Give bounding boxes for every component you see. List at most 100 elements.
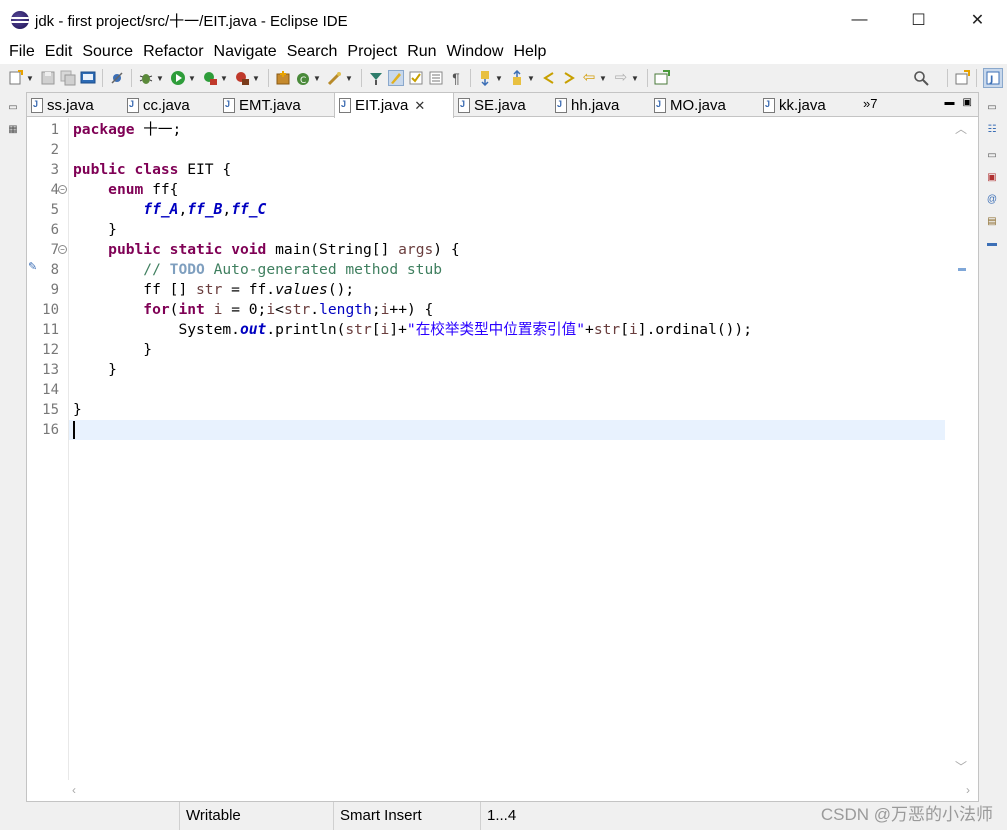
open-task-icon[interactable] [368, 70, 384, 86]
problems-icon[interactable]: ▣ [985, 172, 999, 184]
chevron-down-icon[interactable]: ▼ [252, 70, 260, 86]
menu-edit[interactable]: Edit [40, 40, 78, 64]
declaration-icon[interactable]: ▤ [985, 216, 999, 228]
status-insert-mode[interactable]: Smart Insert [333, 802, 479, 830]
skip-breakpoints-icon[interactable] [109, 70, 125, 86]
tab-ss-java[interactable]: ss.java [27, 93, 123, 117]
save-all-icon[interactable] [60, 70, 76, 86]
search-icon[interactable] [913, 70, 929, 86]
chevron-down-icon[interactable]: ▼ [26, 70, 34, 86]
vertical-scrollbar[interactable]: ︿ ﹀ [945, 118, 978, 780]
fold-toggle-icon[interactable]: − [58, 245, 67, 254]
main-toolbar: ▼ ▼ ▼ ▼ ▼ C ▼ ▼ ¶ ▼ ▼ ⇦ ▼ ⇨ ▼ J [0, 64, 1007, 92]
code-line-4: enum ff{ [108, 181, 179, 198]
close-icon[interactable]: ✕ [414, 98, 425, 114]
chevron-down-icon[interactable]: ▼ [313, 70, 321, 86]
terminal-icon[interactable] [80, 70, 96, 86]
chevron-down-icon[interactable]: ▼ [599, 70, 607, 86]
overview-marker[interactable] [958, 268, 966, 271]
new-file-icon[interactable] [8, 70, 24, 86]
menu-source[interactable]: Source [77, 40, 138, 64]
toggle-highlight-icon[interactable] [388, 70, 404, 86]
restore-view-icon[interactable]: ▭ [6, 102, 20, 114]
scroll-down-icon[interactable]: ﹀ [955, 758, 967, 775]
restore-view-icon[interactable]: ▭ [985, 150, 999, 162]
line-number: 11 [42, 322, 59, 338]
last-edit-location-icon[interactable] [541, 70, 557, 86]
horizontal-scrollbar[interactable]: ‹ › [68, 780, 978, 801]
tab-label: kk.java [779, 96, 826, 114]
console-icon[interactable]: ▬ [985, 238, 999, 250]
code-line-5: ff_A,ff_B,ff_C [143, 201, 267, 218]
code-line-9: ff [] str = ff.values(); [143, 281, 355, 298]
forward-edit-icon[interactable] [561, 70, 577, 86]
menu-run[interactable]: Run [402, 40, 441, 64]
java-perspective-icon[interactable]: J [983, 68, 1003, 88]
open-type-icon[interactable] [327, 70, 343, 86]
scroll-up-icon[interactable]: ︿ [955, 120, 967, 137]
view-controls: ▬ ▣ [945, 97, 972, 108]
minimize-button[interactable]: — [830, 0, 889, 40]
menu-project[interactable]: Project [342, 40, 402, 64]
scroll-left-icon[interactable]: ‹ [72, 783, 76, 797]
menu-file[interactable]: File [4, 40, 40, 64]
java-file-icon [339, 98, 351, 113]
toolbar-separator [947, 69, 948, 87]
scroll-right-icon[interactable]: › [966, 783, 970, 797]
menu-navigate[interactable]: Navigate [209, 40, 282, 64]
outline-icon[interactable]: ☷ [985, 124, 999, 136]
package-explorer-icon[interactable]: ▦ [6, 124, 20, 136]
chevron-down-icon[interactable]: ▼ [156, 70, 164, 86]
chevron-down-icon[interactable]: ▼ [345, 70, 353, 86]
new-java-package-icon[interactable] [275, 70, 291, 86]
external-tools-icon[interactable] [234, 70, 250, 86]
task-marker-icon[interactable]: ✎ [28, 260, 37, 273]
line-number: 2 [50, 142, 59, 158]
code-text[interactable]: package 十一; public class EIT { enum ff{ … [68, 118, 946, 780]
toolbar-separator [976, 69, 977, 87]
menu-refactor[interactable]: Refactor [138, 40, 208, 64]
previous-annotation-icon[interactable] [509, 70, 525, 86]
menu-help[interactable]: Help [508, 40, 551, 64]
debug-icon[interactable] [138, 70, 154, 86]
block-selection-icon[interactable] [428, 70, 444, 86]
pin-editor-icon[interactable] [654, 70, 670, 86]
restore-view-icon[interactable]: ▭ [985, 102, 999, 114]
chevron-down-icon[interactable]: ▼ [631, 70, 639, 86]
tab-emt-java[interactable]: EMT.java [219, 93, 334, 117]
chevron-down-icon[interactable]: ▼ [495, 70, 503, 86]
new-java-class-icon[interactable]: C [295, 70, 311, 86]
forward-arrow-icon[interactable]: ⇨ [613, 70, 629, 86]
menu-search[interactable]: Search [282, 40, 343, 64]
javadoc-icon[interactable]: @ [985, 194, 999, 206]
save-icon[interactable] [40, 70, 56, 86]
toolbar-separator [361, 69, 362, 87]
chevron-down-icon[interactable]: ▼ [220, 70, 228, 86]
chevron-down-icon[interactable]: ▼ [188, 70, 196, 86]
chevron-down-icon[interactable]: ▼ [527, 70, 535, 86]
tab-overflow-button[interactable]: »7 [863, 96, 877, 111]
open-perspective-icon[interactable] [954, 70, 970, 86]
minimize-view-icon[interactable]: ▬ [945, 97, 955, 108]
tab-mo-java[interactable]: MO.java [650, 93, 759, 117]
tab-kk-java[interactable]: kk.java [759, 93, 859, 117]
tab-se-java[interactable]: SE.java [454, 93, 551, 117]
tab-hh-java[interactable]: hh.java [551, 93, 650, 117]
fold-toggle-icon[interactable]: − [58, 185, 67, 194]
text-caret [73, 421, 75, 439]
tab-label: ss.java [47, 96, 94, 114]
code-editor[interactable]: ✎ 1 2 3 4 − 5 6 7 − 8 9 10 11 12 13 14 1… [27, 118, 978, 801]
maximize-button[interactable]: ☐ [889, 0, 948, 40]
toggle-breadcrumb-icon[interactable] [408, 70, 424, 86]
menu-window[interactable]: Window [442, 40, 509, 64]
show-whitespace-icon[interactable]: ¶ [448, 70, 464, 86]
maximize-view-icon[interactable]: ▣ [963, 97, 972, 108]
next-annotation-icon[interactable] [477, 70, 493, 86]
back-arrow-icon[interactable]: ⇦ [581, 70, 597, 86]
code-line-11: System.out.println(str[i]+"在校举类型中位置索引值"+… [178, 321, 753, 338]
run-icon[interactable] [170, 70, 186, 86]
close-button[interactable]: ✕ [948, 0, 1007, 40]
tab-cc-java[interactable]: cc.java [123, 93, 219, 117]
coverage-icon[interactable] [202, 70, 218, 86]
tab-eit-java[interactable]: EIT.java ✕ [334, 93, 454, 118]
